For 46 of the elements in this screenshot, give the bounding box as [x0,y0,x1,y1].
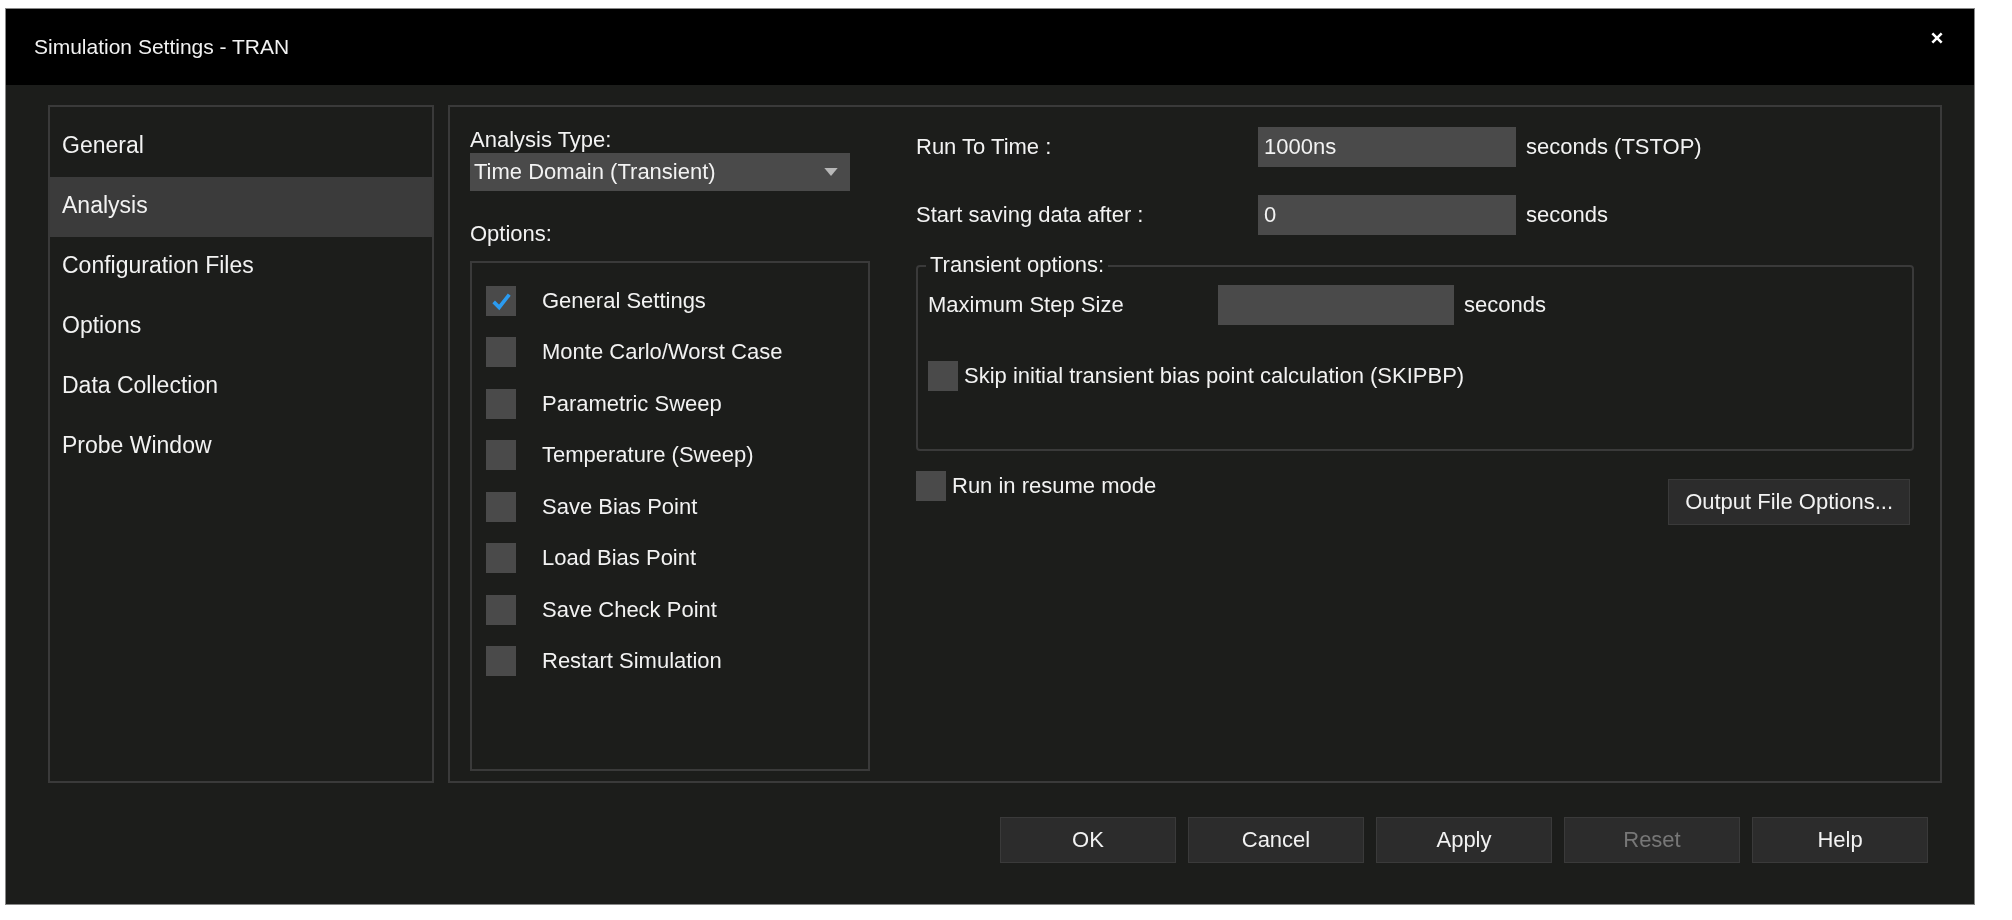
checkbox[interactable] [486,543,516,574]
options-label: Options: [470,221,553,247]
sidebar-item[interactable]: General [50,117,432,177]
analysis-type-label: Analysis Type: [470,127,613,153]
checkbox[interactable] [916,471,946,501]
dialog-button[interactable]: OK [1000,817,1176,863]
caret-icon [824,168,838,176]
checkbox[interactable] [928,361,958,391]
input-field[interactable] [1218,285,1454,325]
analysis-type-dropdown[interactable]: Time Domain (Transient) [470,153,850,191]
window-title: Simulation Settings - TRAN [34,35,290,59]
output-file-options-button[interactable]: Output File Options... [1668,479,1910,525]
option-label: Parametric Sweep [542,390,722,417]
checkbox[interactable] [486,285,516,316]
checkbox-label: Run in resume mode [952,473,1157,499]
option-label: Temperature (Sweep) [542,442,754,469]
option-label: General Settings [542,287,706,314]
sidebar-item[interactable]: Configuration Files [50,237,432,297]
field-label: Start saving data after : [916,202,1145,228]
checkbox[interactable] [486,388,516,419]
unit-label: seconds [1464,292,1546,318]
dialog-button[interactable]: Help [1752,817,1928,863]
field-label: Maximum Step Size [928,292,1125,318]
dialog-button[interactable]: Cancel [1188,817,1364,863]
option-label: Save Check Point [542,596,717,623]
dialog-button[interactable]: Apply [1376,817,1552,863]
close-icon[interactable] [1930,31,1944,45]
field-label: Run To Time : [916,134,1053,160]
input-field[interactable]: 1000ns [1258,127,1516,167]
checkbox[interactable] [486,646,516,677]
checkbox[interactable] [486,440,516,471]
checkbox[interactable] [486,594,516,625]
sidebar-item[interactable]: Data Collection [50,357,432,417]
option-label: Restart Simulation [542,648,722,675]
sidebar-item[interactable]: Probe Window [50,417,432,477]
option-label: Save Bias Point [542,493,698,520]
sidebar-item[interactable]: Options [50,297,432,357]
option-label: Monte Carlo/Worst Case [542,339,783,366]
sidebar-item[interactable]: Analysis [50,177,432,237]
checkbox-label: Skip initial transient bias point calculation (SKIPBP) [964,363,1465,389]
checkbox[interactable] [486,337,516,368]
unit-label: seconds [1526,202,1608,228]
option-label: Load Bias Point [542,545,697,572]
unit-label: seconds (TSTOP) [1526,134,1702,160]
checkbox[interactable] [486,491,516,522]
input-field[interactable]: 0 [1258,195,1516,235]
